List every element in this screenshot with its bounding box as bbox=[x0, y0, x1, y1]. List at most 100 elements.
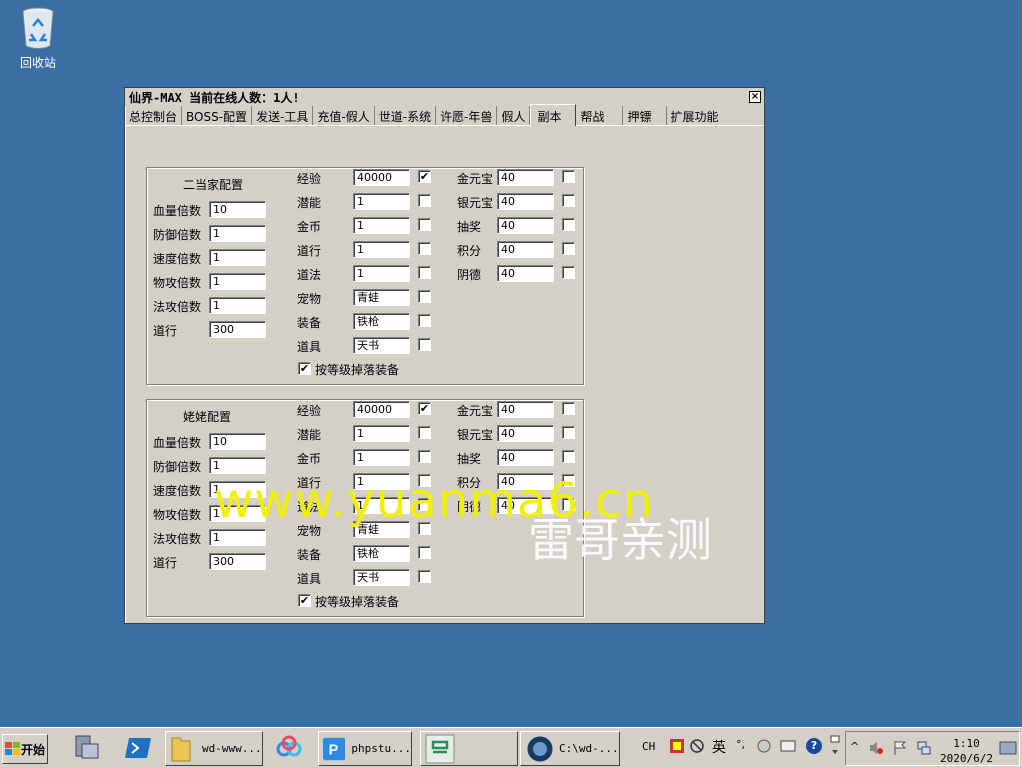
reward-input[interactable]: 铁枪 bbox=[353, 545, 410, 562]
ime-menu-icon[interactable] bbox=[830, 734, 840, 758]
punctuation-indicator[interactable]: °, bbox=[736, 738, 745, 751]
matk-multiplier-input[interactable]: 1 bbox=[209, 529, 266, 546]
tab-world-system[interactable]: 世道-系统 bbox=[375, 106, 437, 125]
reward-checkbox[interactable] bbox=[418, 242, 431, 255]
show-hidden-icons-icon[interactable]: ^ bbox=[850, 740, 859, 753]
reward-input[interactable]: 1 bbox=[353, 265, 410, 282]
reward-input[interactable]: 青蛙 bbox=[353, 289, 410, 306]
daoxing-input[interactable]: 300 bbox=[209, 321, 266, 338]
speed-multiplier-input[interactable]: 1 bbox=[209, 249, 266, 266]
drop-by-level-checkbox[interactable]: ✔ bbox=[298, 362, 311, 375]
tab-boss-config[interactable]: BOSS-配置 bbox=[182, 106, 253, 125]
reward-input[interactable]: 1 bbox=[353, 425, 410, 442]
currency-input[interactable]: 40 bbox=[497, 217, 554, 234]
drop-by-level-checkbox[interactable]: ✔ bbox=[298, 594, 311, 607]
reward-input[interactable]: 铁枪 bbox=[353, 313, 410, 330]
reward-checkbox[interactable] bbox=[418, 426, 431, 439]
show-desktop-icon[interactable] bbox=[999, 736, 1017, 762]
currency-checkbox[interactable] bbox=[562, 402, 575, 415]
currency-input[interactable]: 40 bbox=[497, 193, 554, 210]
currency-checkbox[interactable] bbox=[562, 266, 575, 279]
currency-input[interactable]: 40 bbox=[497, 425, 554, 442]
reward-input[interactable]: 1 bbox=[353, 193, 410, 210]
language-indicator[interactable]: CH bbox=[642, 740, 655, 753]
taskbar-button-cmd[interactable]: C:\wd-... bbox=[520, 731, 620, 766]
reward-input[interactable]: 1 bbox=[353, 217, 410, 234]
tab-dungeon[interactable]: 副本 bbox=[530, 104, 577, 126]
disabled-icon[interactable] bbox=[690, 739, 704, 753]
reward-input[interactable]: 40000 bbox=[353, 401, 410, 418]
reward-checkbox[interactable] bbox=[418, 314, 431, 327]
currency-checkbox[interactable] bbox=[562, 242, 575, 255]
currency-checkbox[interactable] bbox=[562, 194, 575, 207]
taskbar-button-app[interactable] bbox=[420, 731, 518, 766]
tab-console[interactable]: 总控制台 bbox=[125, 106, 183, 125]
reward-checkbox[interactable] bbox=[418, 546, 431, 559]
ime-mode-indicator[interactable]: 英 bbox=[712, 737, 726, 757]
reward-input[interactable]: 40000 bbox=[353, 169, 410, 186]
matk-multiplier-input[interactable]: 1 bbox=[209, 297, 266, 314]
group-title: 二当家配置 bbox=[183, 178, 244, 192]
tab-extensions[interactable]: 扩展功能 bbox=[667, 106, 723, 125]
close-button[interactable]: × bbox=[749, 91, 761, 103]
reward-label: 潜能 bbox=[297, 428, 322, 442]
daoxing-input[interactable]: 300 bbox=[209, 553, 266, 570]
action-center-flag-icon[interactable] bbox=[892, 740, 908, 756]
currency-checkbox[interactable] bbox=[562, 218, 575, 231]
currency-input[interactable]: 40 bbox=[497, 169, 554, 186]
title-bar[interactable]: 仙界-MAX 当前在线人数：1人! × bbox=[125, 88, 764, 106]
currency-input[interactable]: 40 bbox=[497, 449, 554, 466]
hp-multiplier-input[interactable]: 10 bbox=[209, 433, 266, 450]
currency-input[interactable]: 40 bbox=[497, 241, 554, 258]
recycle-bin-icon bbox=[22, 7, 54, 49]
phpstudy-icon: P bbox=[323, 737, 346, 760]
reward-checkbox[interactable] bbox=[418, 194, 431, 207]
ime-tools-icon[interactable] bbox=[756, 738, 772, 754]
reward-checkbox[interactable] bbox=[418, 570, 431, 583]
currency-input[interactable]: 40 bbox=[497, 265, 554, 282]
reward-checkbox[interactable] bbox=[418, 266, 431, 279]
reward-checkbox[interactable]: ✔ bbox=[418, 170, 431, 183]
reward-input[interactable]: 天书 bbox=[353, 337, 410, 354]
server-manager-icon[interactable] bbox=[70, 732, 104, 764]
def-multiplier-input[interactable]: 1 bbox=[209, 225, 266, 242]
start-button[interactable]: 开始 bbox=[2, 734, 48, 764]
patk-multiplier-label: 物攻倍数 bbox=[153, 276, 202, 290]
recycle-bin-shortcut[interactable]: 回收站 bbox=[10, 6, 66, 71]
currency-checkbox[interactable] bbox=[562, 170, 575, 183]
baidu-netdisk-icon[interactable] bbox=[272, 732, 306, 764]
keyboard-layout-icon[interactable] bbox=[670, 739, 684, 753]
clock[interactable]: 1:10 2020/6/2 bbox=[940, 736, 993, 766]
volume-muted-icon[interactable] bbox=[868, 740, 884, 756]
taskbar-button-explorer[interactable]: wd-www... bbox=[165, 731, 263, 766]
reward-input[interactable]: 1 bbox=[353, 449, 410, 466]
drop-by-level-label[interactable]: 按等级掉落装备 bbox=[315, 593, 399, 610]
tab-wish-beast[interactable]: 许愿-年兽 bbox=[436, 106, 498, 125]
patk-multiplier-input[interactable]: 1 bbox=[209, 273, 266, 290]
tab-bots[interactable]: 假人 bbox=[497, 106, 531, 125]
tab-recharge-bot[interactable]: 充值-假人 bbox=[313, 106, 375, 125]
drop-by-level-label[interactable]: 按等级掉落装备 bbox=[315, 361, 399, 378]
reward-checkbox[interactable] bbox=[418, 290, 431, 303]
currency-checkbox[interactable] bbox=[562, 426, 575, 439]
currency-label: 积分 bbox=[457, 244, 482, 258]
reward-checkbox[interactable] bbox=[418, 338, 431, 351]
taskbar-button-phpstudy[interactable]: P phpstu... bbox=[318, 731, 412, 766]
reward-checkbox[interactable] bbox=[418, 218, 431, 231]
reward-checkbox[interactable] bbox=[418, 450, 431, 463]
reward-input[interactable]: 1 bbox=[353, 241, 410, 258]
tab-send-tools[interactable]: 发送-工具 bbox=[252, 106, 314, 125]
help-icon[interactable]: ? bbox=[806, 738, 822, 754]
def-multiplier-input[interactable]: 1 bbox=[209, 457, 266, 474]
tab-guild-war[interactable]: 帮战 bbox=[576, 106, 624, 125]
soft-keyboard-icon[interactable] bbox=[780, 738, 796, 754]
tab-escort[interactable]: 押镖 bbox=[623, 106, 667, 125]
reward-checkbox[interactable]: ✔ bbox=[418, 402, 431, 415]
reward-input[interactable]: 天书 bbox=[353, 569, 410, 586]
powershell-icon[interactable] bbox=[122, 732, 156, 764]
taskbar-button-label: phpstu... bbox=[351, 742, 411, 755]
network-icon[interactable] bbox=[916, 740, 932, 756]
currency-checkbox[interactable] bbox=[562, 450, 575, 463]
currency-input[interactable]: 40 bbox=[497, 401, 554, 418]
hp-multiplier-input[interactable]: 10 bbox=[209, 201, 266, 218]
